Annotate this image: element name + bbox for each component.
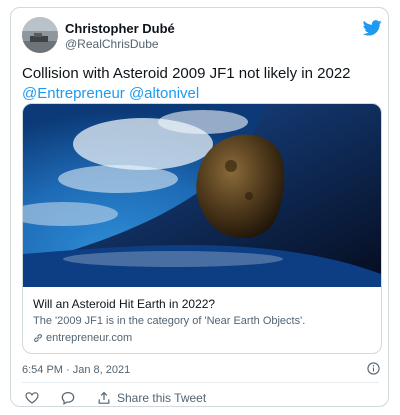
heart-icon bbox=[25, 392, 39, 404]
info-icon[interactable] bbox=[367, 362, 380, 375]
reply-icon bbox=[61, 391, 75, 405]
card-domain: entrepreneur.com bbox=[46, 332, 133, 344]
mention-entrepreneur[interactable]: @Entrepreneur bbox=[22, 85, 125, 102]
link-icon bbox=[34, 334, 42, 342]
author-name[interactable]: Christopher Dubé bbox=[65, 21, 175, 36]
tweet-timestamp[interactable]: 6:54 PM · Jan 8, 2021 bbox=[22, 364, 130, 376]
card-domain-row[interactable]: entrepreneur.com bbox=[33, 332, 132, 344]
like-button[interactable] bbox=[25, 391, 39, 405]
tweet-card[interactable]: Christopher Dubé @RealChrisDube Collisio… bbox=[10, 7, 389, 407]
share-icon bbox=[98, 391, 110, 404]
mention-altonivel[interactable]: @altonivel bbox=[129, 85, 199, 102]
twitter-bird-icon[interactable] bbox=[363, 20, 382, 36]
reply-button[interactable] bbox=[61, 391, 75, 405]
tweet-body: Collision with Asteroid 2009 JF1 not lik… bbox=[22, 65, 351, 82]
tweet-text: Collision with Asteroid 2009 JF1 not lik… bbox=[22, 64, 382, 104]
asteroid-earth-photo[interactable] bbox=[23, 104, 381, 287]
share-button[interactable]: Share this Tweet bbox=[97, 391, 206, 405]
author-handle[interactable]: @RealChrisDube bbox=[65, 37, 159, 51]
link-preview-card[interactable]: Will an Asteroid Hit Earth in 2022? The … bbox=[22, 103, 382, 354]
divider bbox=[22, 382, 379, 383]
action-bar: Share this Tweet bbox=[25, 389, 206, 407]
card-description: The '2009 JF1 is in the category of 'Nea… bbox=[33, 315, 306, 327]
avatar[interactable] bbox=[22, 17, 58, 53]
share-label[interactable]: Share this Tweet bbox=[117, 391, 206, 405]
card-title[interactable]: Will an Asteroid Hit Earth in 2022? bbox=[33, 297, 215, 311]
